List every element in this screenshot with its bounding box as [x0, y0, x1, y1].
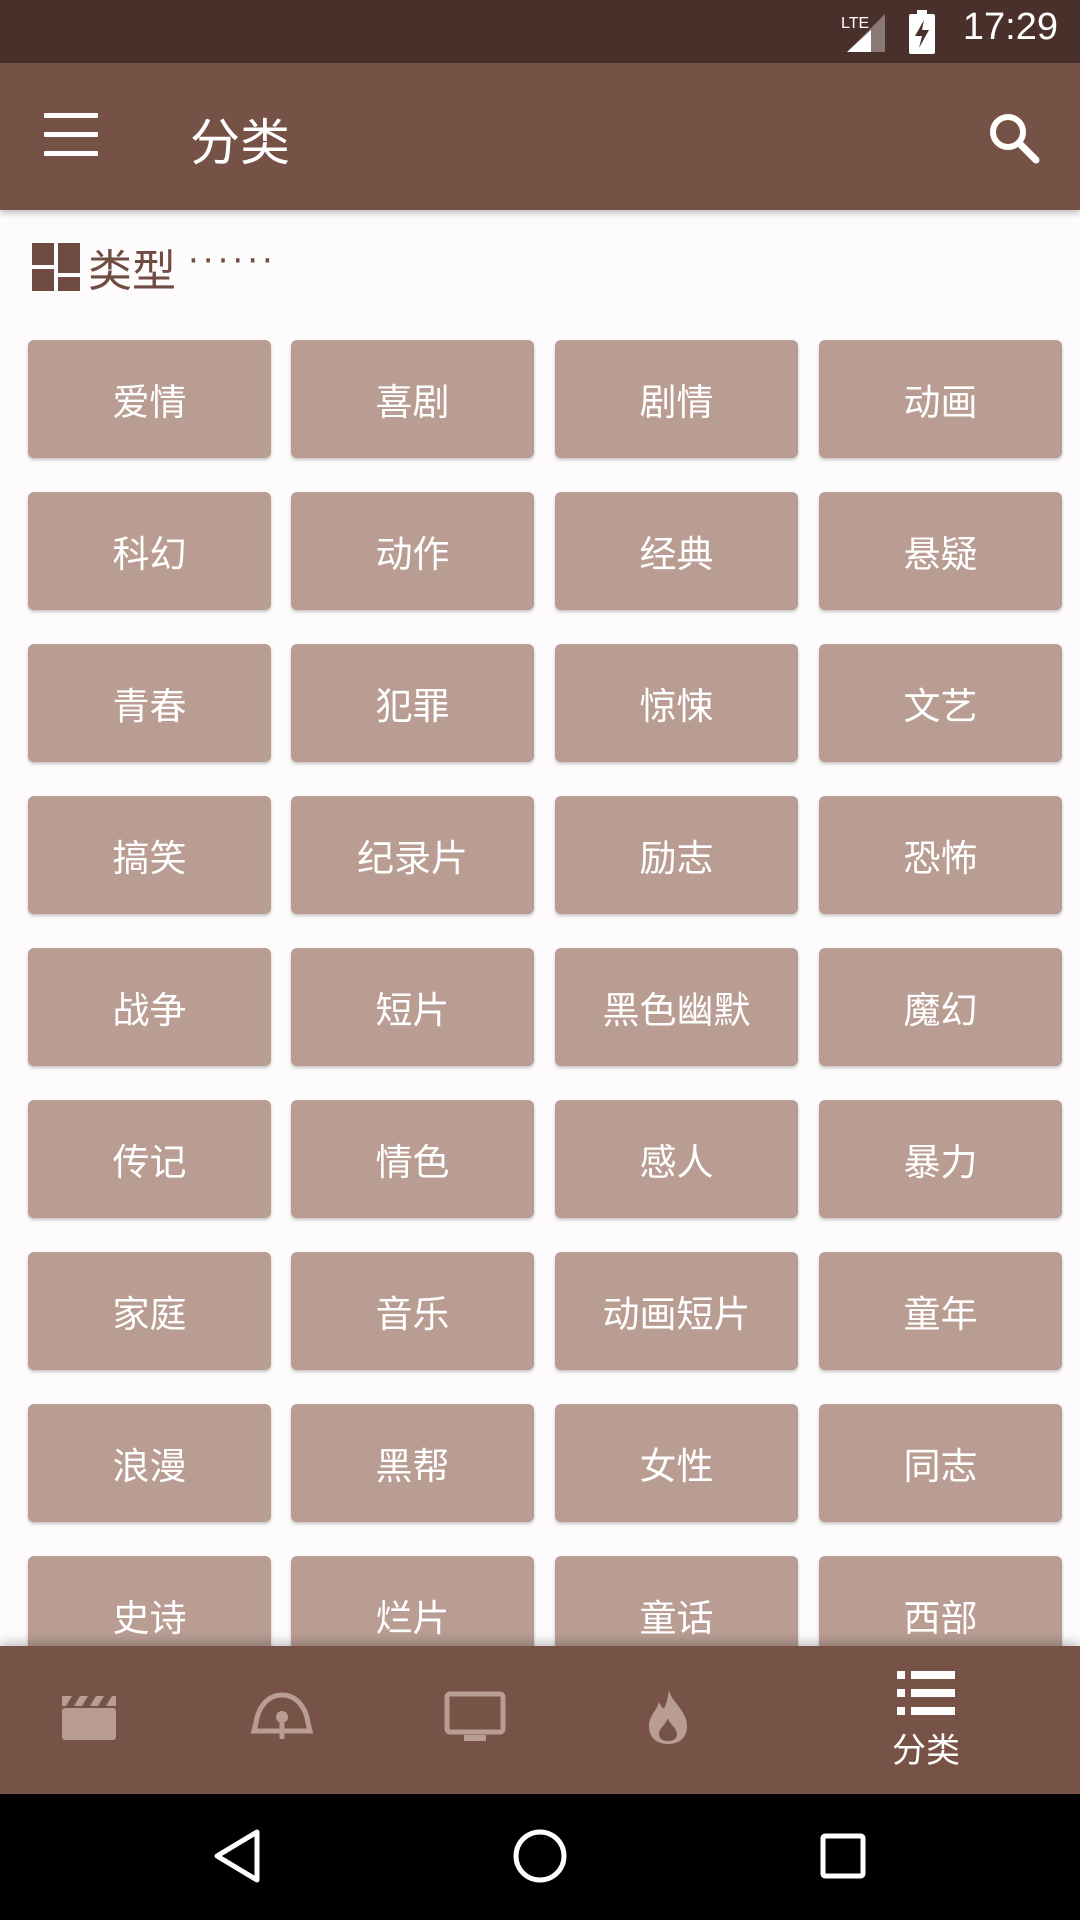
- clapperboard-icon: [62, 1696, 116, 1740]
- category-tag[interactable]: 文艺: [819, 644, 1062, 762]
- status-time: 17:29: [962, 6, 1058, 48]
- category-tag[interactable]: 青春: [28, 644, 271, 762]
- system-nav: [0, 1794, 1080, 1920]
- signal-icon: LTE: [841, 14, 885, 52]
- nav-item-tv[interactable]: [400, 1646, 550, 1794]
- category-tag[interactable]: 女性: [555, 1404, 798, 1522]
- bell-icon: [250, 1692, 314, 1739]
- nav-item-hot[interactable]: [593, 1646, 743, 1794]
- category-tag[interactable]: 科幻: [28, 492, 271, 610]
- category-tag[interactable]: 经典: [555, 492, 798, 610]
- category-tag[interactable]: 动画: [819, 340, 1062, 458]
- category-tag[interactable]: 情色: [291, 1100, 534, 1218]
- home-icon[interactable]: [508, 1824, 572, 1888]
- category-tag[interactable]: 励志: [555, 796, 798, 914]
- category-tag[interactable]: 战争: [28, 948, 271, 1066]
- network-label: LTE: [841, 15, 869, 32]
- search-icon[interactable]: [984, 108, 1044, 168]
- section-title: 类型: [88, 246, 176, 297]
- list-icon: [897, 1670, 955, 1715]
- app-bar: 分类: [0, 63, 1080, 210]
- nav-item-bell[interactable]: [207, 1646, 357, 1794]
- category-tag[interactable]: 音乐: [291, 1252, 534, 1370]
- category-tag[interactable]: 爱情: [28, 340, 271, 458]
- status-icons: LTE: [839, 10, 935, 54]
- menu-icon[interactable]: [44, 113, 98, 157]
- category-tag[interactable]: 同志: [819, 1404, 1062, 1522]
- recents-icon[interactable]: [811, 1824, 875, 1888]
- category-tag[interactable]: 搞笑: [28, 796, 271, 914]
- category-tag[interactable]: 浪漫: [28, 1404, 271, 1522]
- tv-icon: [444, 1691, 506, 1741]
- category-tag[interactable]: 黑色幽默: [555, 948, 798, 1066]
- page-title: 分类: [190, 114, 290, 172]
- category-tag[interactable]: 动画短片: [555, 1252, 798, 1370]
- category-tag[interactable]: 恐怖: [819, 796, 1062, 914]
- category-tag[interactable]: 家庭: [28, 1252, 271, 1370]
- status-bar: LTE 17:29: [0, 0, 1080, 63]
- category-tag[interactable]: 犯罪: [291, 644, 534, 762]
- category-tag[interactable]: 魔幻: [819, 948, 1062, 1066]
- category-tag[interactable]: 纪录片: [291, 796, 534, 914]
- category-tag[interactable]: 悬疑: [819, 492, 1062, 610]
- category-tag[interactable]: 传记: [28, 1100, 271, 1218]
- back-icon[interactable]: [205, 1824, 269, 1888]
- flame-icon: [649, 1690, 687, 1744]
- category-tag[interactable]: 惊悚: [555, 644, 798, 762]
- category-tag[interactable]: 短片: [291, 948, 534, 1066]
- bottom-nav: 分类: [0, 1646, 1080, 1794]
- category-tag[interactable]: 剧情: [555, 340, 798, 458]
- section-dots: ······: [188, 241, 277, 281]
- category-tag[interactable]: 喜剧: [291, 340, 534, 458]
- category-tag[interactable]: 动作: [291, 492, 534, 610]
- category-tag[interactable]: 感人: [555, 1100, 798, 1218]
- category-tag[interactable]: 暴力: [819, 1100, 1062, 1218]
- category-tag[interactable]: 黑帮: [291, 1404, 534, 1522]
- battery-charging-icon: [909, 10, 935, 54]
- section-header: 类型 ······: [32, 238, 277, 297]
- category-tag[interactable]: 童年: [819, 1252, 1062, 1370]
- nav-item-movies[interactable]: [15, 1646, 165, 1794]
- nav-label-category: 分类: [892, 1730, 960, 1771]
- nav-item-category[interactable]: 分类: [851, 1646, 1001, 1794]
- grid-icon: [32, 243, 80, 291]
